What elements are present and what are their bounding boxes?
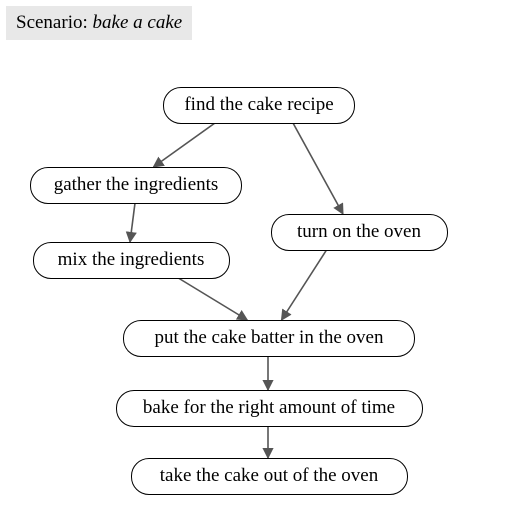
node-label: turn on the oven xyxy=(297,221,421,242)
node-label: find the cake recipe xyxy=(184,94,333,115)
node-turn-on-oven: turn on the oven xyxy=(271,214,448,251)
node-label: take the cake out of the oven xyxy=(160,465,378,486)
node-bake-time: bake for the right amount of time xyxy=(116,390,423,427)
node-label: bake for the right amount of time xyxy=(143,397,395,418)
node-label: put the cake batter in the oven xyxy=(155,327,384,348)
node-put-batter-in-oven: put the cake batter in the oven xyxy=(123,320,415,357)
edge xyxy=(178,278,247,320)
edge xyxy=(153,123,215,167)
node-mix-ingredients: mix the ingredients xyxy=(33,242,230,279)
node-take-cake-out: take the cake out of the oven xyxy=(131,458,408,495)
edge xyxy=(282,250,327,320)
node-label: mix the ingredients xyxy=(58,249,205,270)
edge xyxy=(130,203,135,242)
diagram-stage: find the cake recipe gather the ingredie… xyxy=(0,0,530,506)
node-find-recipe: find the cake recipe xyxy=(163,87,355,124)
node-label: gather the ingredients xyxy=(54,174,219,195)
edge xyxy=(293,123,343,214)
node-gather-ingredients: gather the ingredients xyxy=(30,167,242,204)
